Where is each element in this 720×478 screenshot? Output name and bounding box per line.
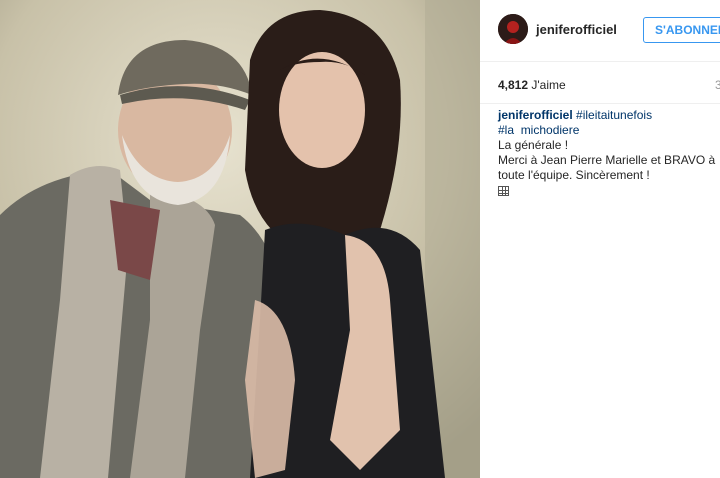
- likes-row: 4,812 J'aime 3: [480, 62, 720, 104]
- photo-illustration: [0, 0, 480, 478]
- likes-count: 4,812: [498, 78, 529, 92]
- post-header: jeniferofficiel S'ABONNER: [480, 0, 720, 62]
- post-photo[interactable]: [0, 0, 480, 478]
- avatar-image-icon: [498, 14, 528, 44]
- post-time[interactable]: 3: [715, 78, 720, 92]
- calendar-emoji-icon: [498, 186, 509, 196]
- hashtag-ileitaitunefois[interactable]: #ileitaitunefois: [576, 108, 652, 122]
- hashtag-la[interactable]: #la: [498, 123, 514, 137]
- post-caption: jeniferofficiel #ileitaitunefois #la mic…: [498, 108, 720, 200]
- mention-michodiere[interactable]: michodiere: [521, 123, 580, 137]
- post-sidebar: jeniferofficiel S'ABONNER 4,812 J'aime 3…: [480, 0, 720, 478]
- header-username[interactable]: jeniferofficiel: [536, 22, 617, 37]
- likes-text[interactable]: 4,812 J'aime: [498, 78, 566, 92]
- caption-line-1: La générale !: [498, 138, 569, 152]
- avatar[interactable]: [498, 14, 528, 44]
- likes-label: J'aime: [531, 78, 566, 92]
- caption-line-2: Merci à Jean Pierre Marielle et BRAVO à: [498, 153, 716, 167]
- caption-username[interactable]: jeniferofficiel: [498, 108, 573, 122]
- caption-line-3: toute l'équipe. Sincèrement !: [498, 168, 650, 182]
- follow-button[interactable]: S'ABONNER: [643, 17, 720, 43]
